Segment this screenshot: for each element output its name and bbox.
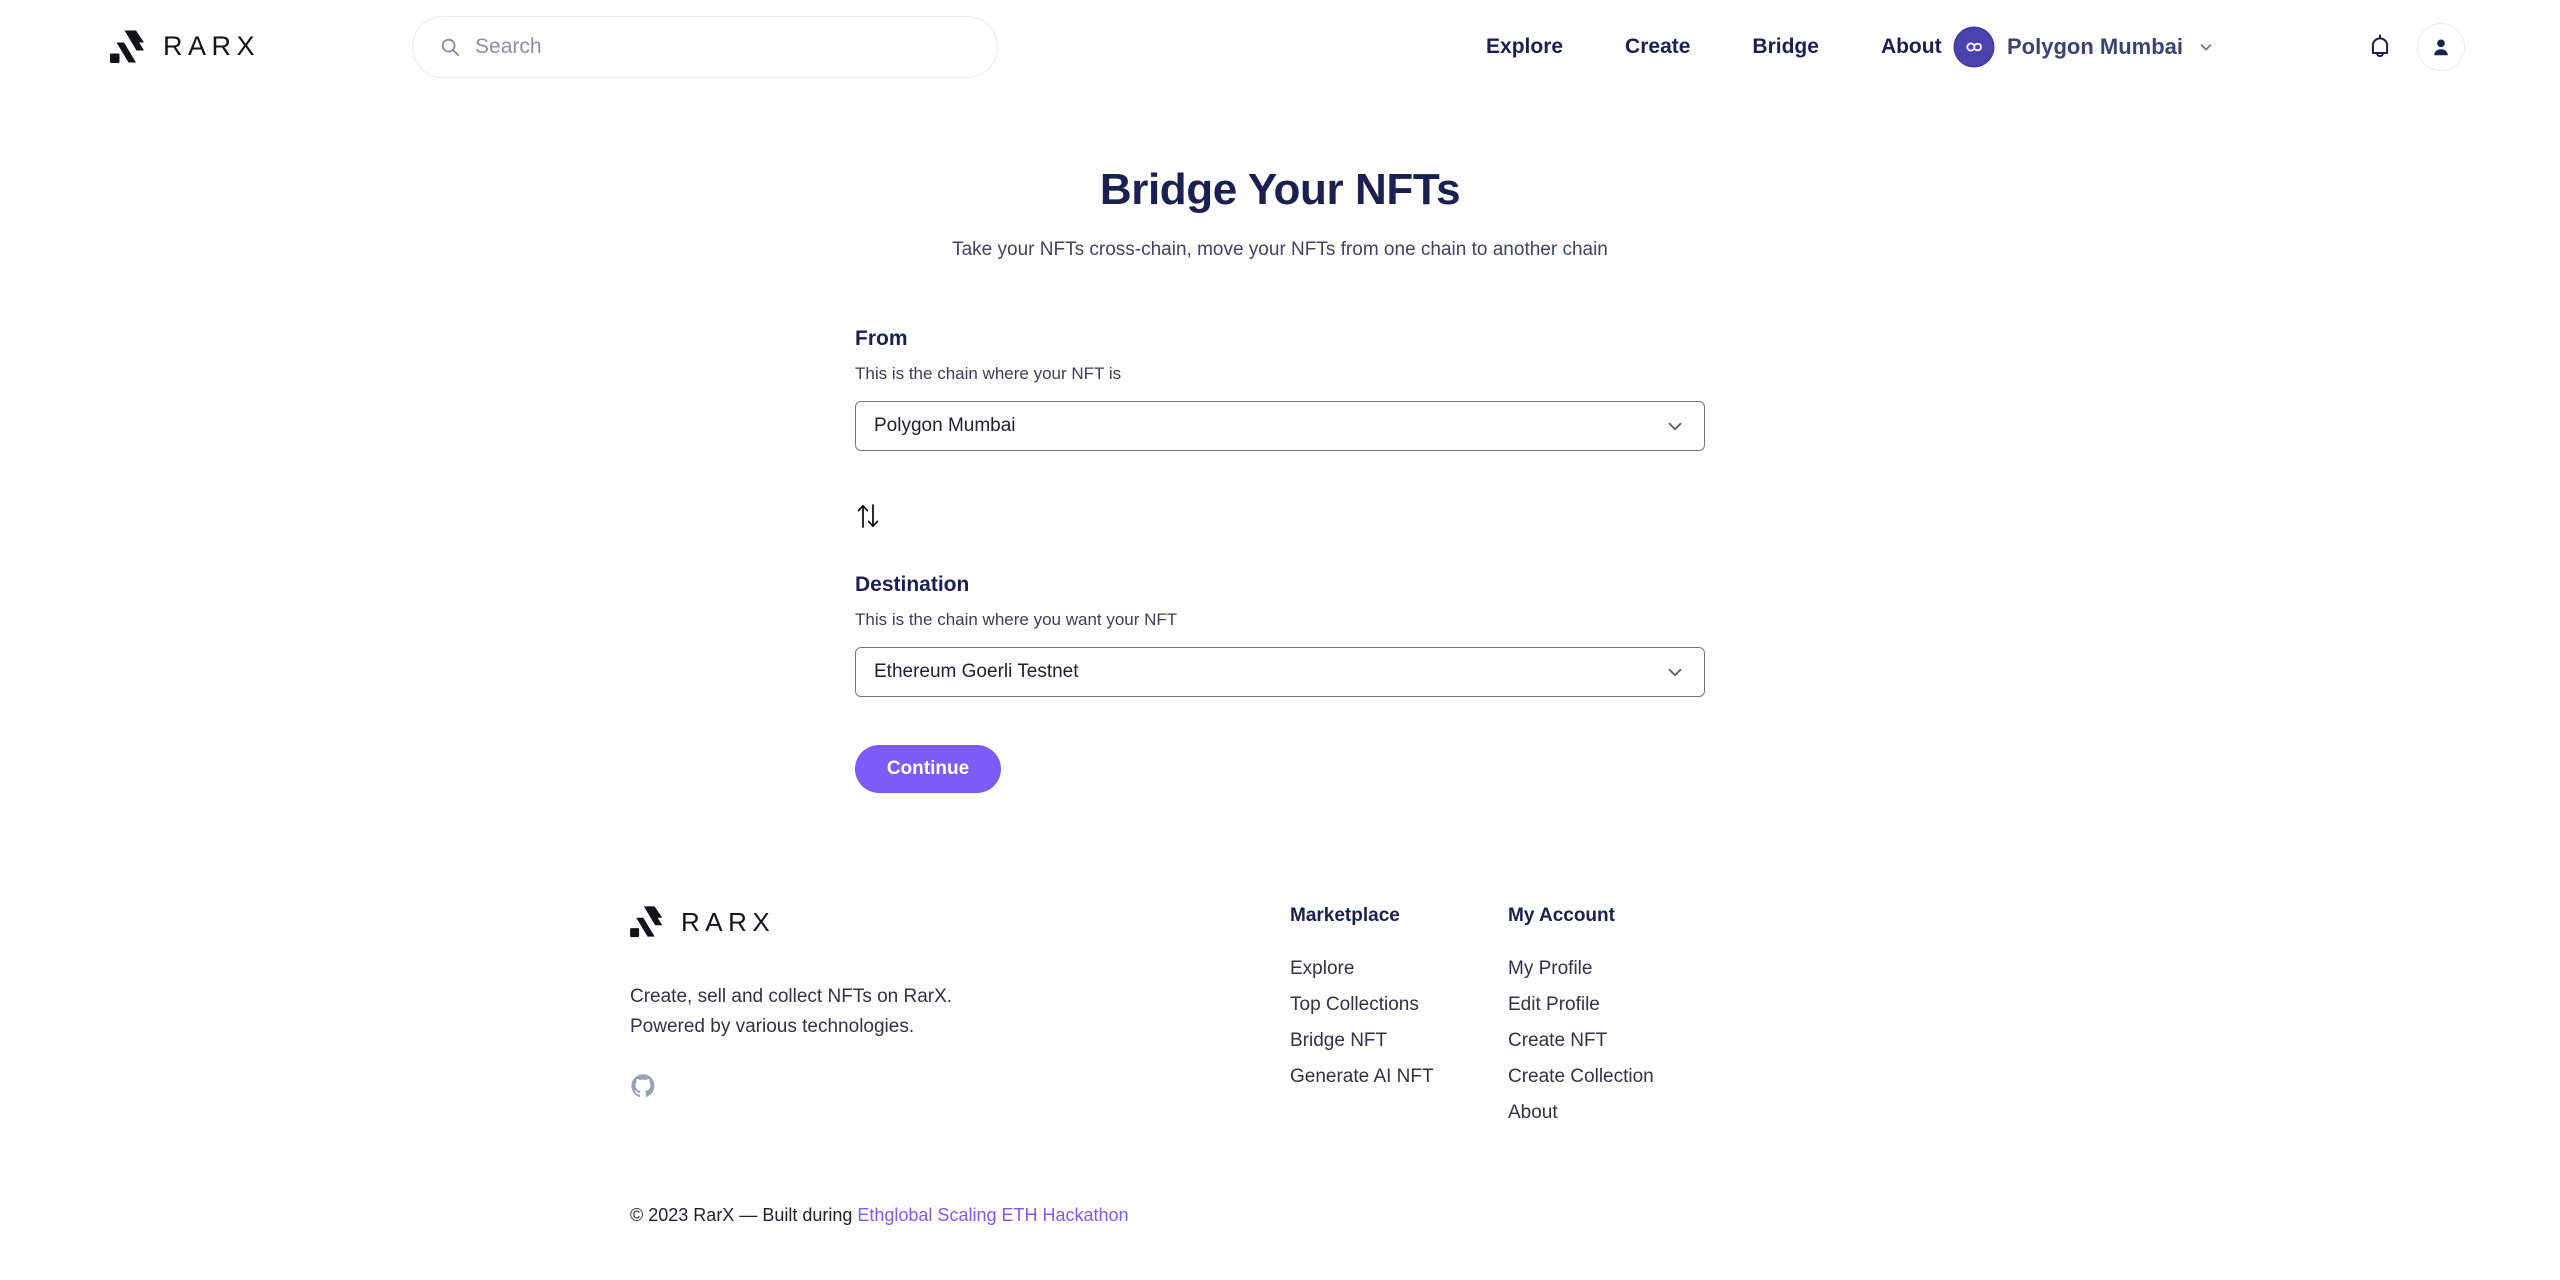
search-icon: [441, 38, 460, 56]
main-nav: Explore Create Bridge About: [1486, 35, 1942, 59]
list-item: Explore: [1290, 958, 1508, 980]
account-avatar-button[interactable]: [2417, 22, 2465, 71]
footer-link-generate-ai-nft[interactable]: Generate AI NFT: [1290, 1066, 1434, 1087]
copyright-text: © 2023 RarX — Built during: [630, 1205, 858, 1225]
rarx-logo-icon: [110, 30, 144, 63]
bridge-form: From This is the chain where your NFT is…: [855, 261, 1705, 793]
from-block: From This is the chain where your NFT is…: [855, 327, 1705, 451]
list-item: Create NFT: [1508, 1030, 1654, 1052]
from-chain-value: Polygon Mumbai: [874, 415, 1016, 436]
swap-row: [855, 501, 1705, 531]
chevron-down-icon: [1668, 668, 1682, 677]
search-box[interactable]: [412, 15, 999, 78]
footer-link-list: Explore Top Collections Bridge NFT Gener…: [1290, 958, 1508, 1088]
footer-description: Create, sell and collect NFTs on RarX. P…: [630, 986, 953, 1038]
footer-link-list: My Profile Edit Profile Create NFT Creat…: [1508, 958, 1654, 1124]
footer-link-create-collection[interactable]: Create Collection: [1508, 1066, 1654, 1087]
continue-button[interactable]: Continue: [855, 745, 1001, 793]
bridge-page: Bridge Your NFTs Take your NFTs cross-ch…: [0, 93, 2560, 793]
user-avatar-icon: [2434, 38, 2448, 55]
footer-brand-name: RARX: [681, 906, 776, 937]
rarx-logo-icon: [630, 906, 663, 938]
list-item: About: [1508, 1102, 1654, 1124]
footer-column-title: Marketplace: [1290, 905, 1400, 926]
footer-brand: RARX Create, sell and collect NFTs on Ra…: [630, 905, 1290, 1104]
footer-logo-row: RARX: [630, 905, 1290, 939]
nav-item-about[interactable]: About: [1881, 35, 1942, 59]
footer-link-create-nft[interactable]: Create NFT: [1508, 1030, 1607, 1051]
brand-logo-link[interactable]: RARX: [110, 29, 260, 65]
list-item: Generate AI NFT: [1290, 1066, 1508, 1088]
notifications-button[interactable]: [2363, 30, 2397, 64]
page-title: Bridge Your NFTs: [1099, 165, 1461, 214]
footer-link-bridge-nft[interactable]: Bridge NFT: [1290, 1030, 1387, 1051]
destination-hint: This is the chain where you want your NF…: [855, 610, 1178, 629]
nav-item-create[interactable]: Create: [1625, 35, 1690, 59]
swap-chains-button[interactable]: [855, 501, 881, 531]
nav-item-explore[interactable]: Explore: [1486, 35, 1563, 59]
list-item: Create Collection: [1508, 1066, 1654, 1088]
footer-link-explore[interactable]: Explore: [1290, 958, 1354, 979]
search-input[interactable]: [475, 34, 972, 59]
list-item: Bridge NFT: [1290, 1030, 1508, 1052]
chain-selector[interactable]: Polygon Mumbai: [1955, 27, 2215, 66]
footer-link-about[interactable]: About: [1508, 1102, 1558, 1123]
github-icon: [631, 1074, 655, 1097]
page-subtitle: Take your NFTs cross-chain, move your NF…: [952, 239, 1608, 260]
polygon-icon: [1955, 27, 1993, 66]
hackathon-link[interactable]: Ethglobal Scaling ETH Hackathon: [857, 1205, 1128, 1225]
list-item: My Profile: [1508, 958, 1654, 980]
from-label: From: [855, 327, 908, 350]
footer-column-title: My Account: [1508, 905, 1615, 926]
chain-name: Polygon Mumbai: [2007, 33, 2183, 59]
brand-name: RARX: [163, 31, 261, 61]
from-chain-select[interactable]: Polygon Mumbai: [855, 401, 1705, 451]
list-item: Edit Profile: [1508, 994, 1654, 1016]
github-link[interactable]: [630, 1073, 656, 1099]
footer-column-my-account: My Account My Profile Edit Profile Creat…: [1508, 905, 1654, 1138]
bell-icon: [2371, 33, 2389, 57]
nav-item-bridge[interactable]: Bridge: [1752, 35, 1819, 59]
footer-copyright: © 2023 RarX — Built during Ethglobal Sca…: [0, 1205, 2560, 1226]
chevron-down-icon: [1668, 422, 1682, 431]
from-hint: This is the chain where your NFT is: [855, 364, 1122, 383]
chevron-down-icon: [2200, 43, 2212, 50]
footer-column-marketplace: Marketplace Explore Top Collections Brid…: [1290, 905, 1508, 1102]
footer-link-edit-profile[interactable]: Edit Profile: [1508, 994, 1600, 1015]
header-actions: Polygon Mumbai: [1955, 22, 2465, 71]
swap-vertical-icon: [857, 504, 879, 528]
list-item: Top Collections: [1290, 994, 1508, 1016]
destination-chain-select[interactable]: Ethereum Goerli Testnet: [855, 647, 1705, 697]
destination-block: Destination This is the chain where you …: [855, 573, 1705, 697]
footer-link-my-profile[interactable]: My Profile: [1508, 958, 1592, 979]
footer-link-top-collections[interactable]: Top Collections: [1290, 994, 1419, 1015]
site-footer: RARX Create, sell and collect NFTs on Ra…: [0, 905, 2560, 1138]
destination-chain-value: Ethereum Goerli Testnet: [874, 661, 1079, 682]
destination-label: Destination: [855, 573, 970, 596]
site-header: RARX Explore Create Bridge About Polygon…: [0, 0, 2560, 93]
